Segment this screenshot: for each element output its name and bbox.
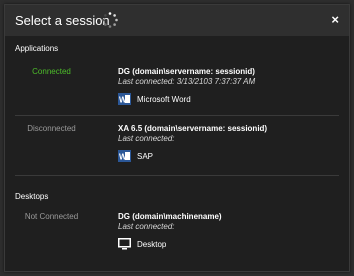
app-label: Desktop [137,239,167,249]
app-label: SAP [137,151,154,161]
app-launch-sap[interactable]: W SAP [118,149,153,163]
session-last-connected: Last connected: [118,222,175,231]
app-launch-desktop[interactable]: Desktop [118,237,166,251]
svg-text:W: W [119,153,127,162]
close-button[interactable]: × [331,13,339,26]
session-name: DG (domain\machinename) [118,212,222,221]
svg-text:W: W [119,96,127,105]
desktops-header: Desktops [15,192,49,201]
dialog-titlebar: Select a session × [5,5,349,36]
app-label: Microsoft Word [137,94,191,104]
word-icon: W [118,150,131,162]
session-status: Not Connected [24,212,79,221]
word-icon: W [118,93,131,105]
session-status: Disconnected [27,124,76,133]
session-last-connected: Last connected: [118,134,175,143]
session-status: Connected [32,67,71,76]
session-last-connected: Last connected: 3/13/2103 7:37:37 AM [118,77,256,86]
session-dialog: Select a session × Applications Connecte… [4,4,350,272]
session-name: XA 6.5 (domain\servername: sessionid) [118,124,268,133]
loading-spinner-icon [102,12,118,28]
session-name: DG (domain\servername: sessionid) [118,67,255,76]
app-launch-microsoft-word[interactable]: W Microsoft Word [118,92,191,106]
dialog-title: Select a session [15,13,110,28]
divider [15,115,339,116]
divider [15,175,339,176]
monitor-icon [118,238,131,250]
applications-header: Applications [15,44,59,53]
